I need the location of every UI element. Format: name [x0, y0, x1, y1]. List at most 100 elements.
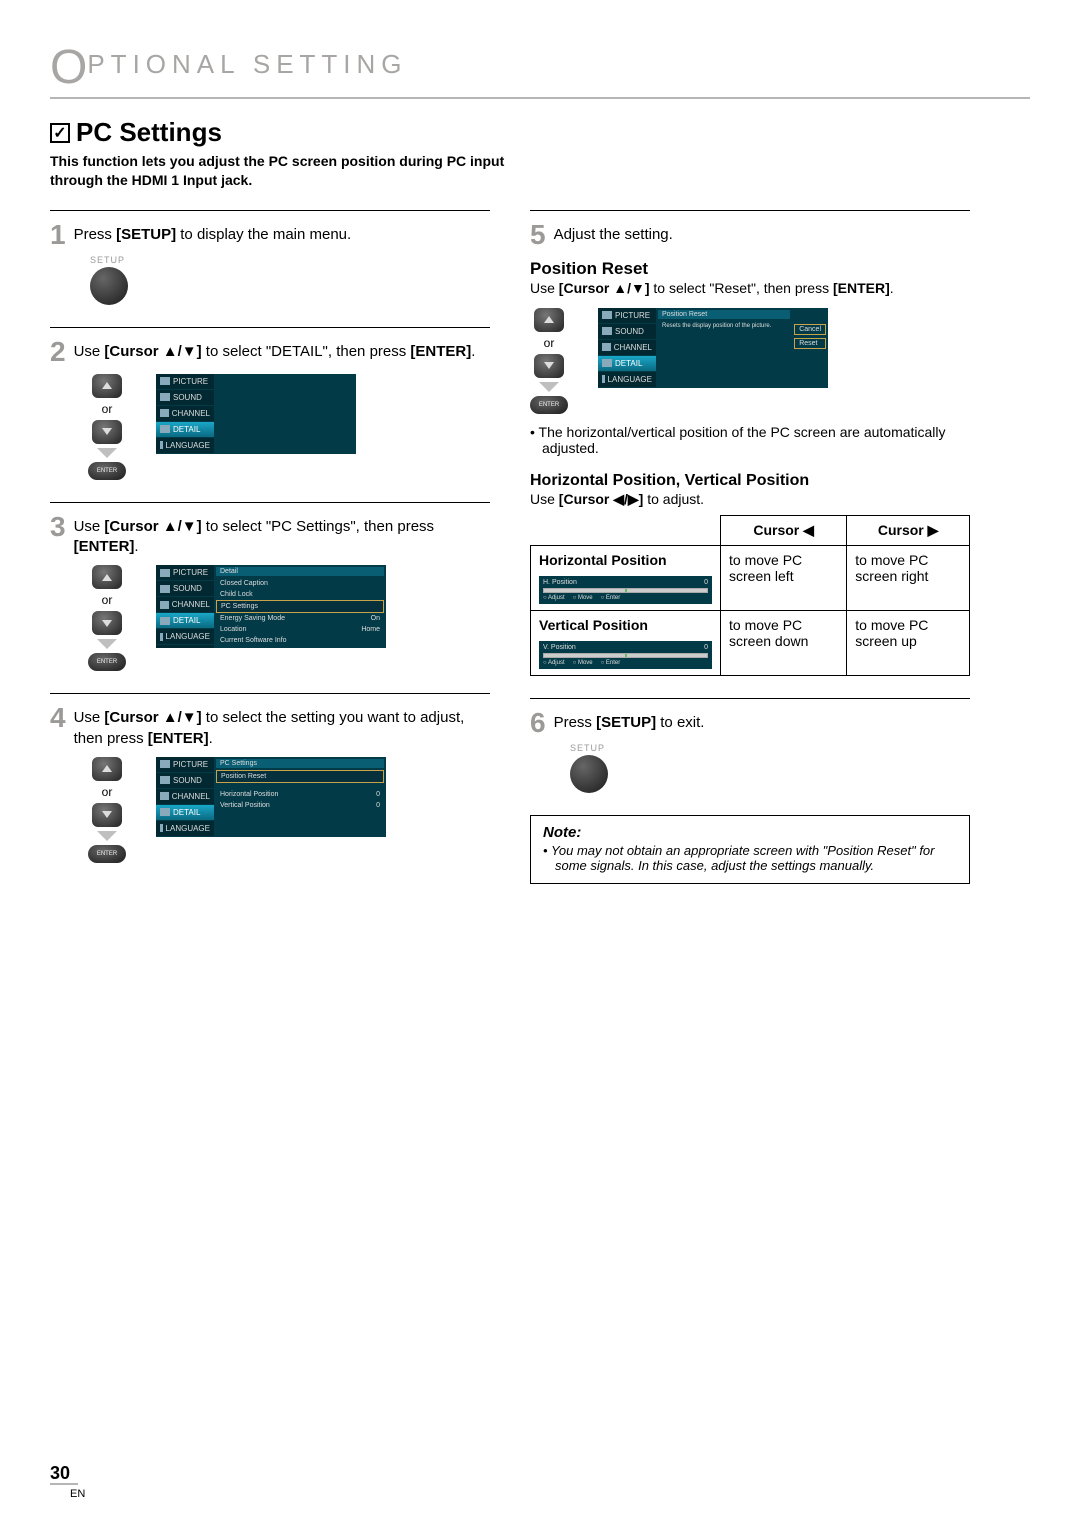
note-box: Note: You may not obtain an appropriate …	[530, 815, 970, 884]
page-number: 30	[50, 1463, 78, 1485]
cursor-up-icon	[534, 308, 564, 332]
or-label: or	[102, 402, 113, 416]
cell-h-right: to move PC screen right	[847, 545, 970, 610]
enter-button-icon: ENTER	[88, 462, 126, 480]
detail-icon	[160, 808, 170, 816]
osd-menu: PICTURE SOUND CHANNEL DETAIL LANGUAGE De…	[156, 565, 386, 648]
section-title: ✓ PC Settings	[50, 117, 1030, 148]
step-1: 1 Press [SETUP] to display the main menu…	[50, 210, 490, 305]
hv-text: Use [Cursor ◀/▶] to adjust.	[530, 490, 970, 509]
dpad-pointer-icon	[97, 448, 117, 458]
header-rule	[50, 97, 1030, 99]
dpad-graphic: or ENTER	[88, 374, 126, 480]
step-text: Press [SETUP] to display the main menu.	[74, 221, 352, 245]
osd-menu: PICTURE SOUND CHANNEL DETAIL LANGUAGE	[156, 374, 356, 454]
picture-icon	[602, 311, 612, 319]
position-reset-note: The horizontal/vertical position of the …	[530, 424, 970, 456]
language-icon	[160, 633, 163, 641]
sound-icon	[160, 776, 170, 784]
language-icon	[160, 441, 163, 449]
step-number: 3	[50, 513, 66, 541]
mini-osd-vertical: V. Position0 AdjustMoveEnter	[539, 641, 712, 669]
mini-osd-horizontal: H. Position0 AdjustMoveEnter	[539, 576, 712, 604]
step-text: Press [SETUP] to exit.	[554, 709, 705, 733]
picture-icon	[160, 760, 170, 768]
hv-heading: Horizontal Position, Vertical Position	[530, 472, 970, 490]
step-3: 3 Use [Cursor ▲/▼] to select "PC Setting…	[50, 502, 490, 672]
channel-icon	[160, 409, 169, 417]
sound-icon	[160, 585, 170, 593]
slider-bar-icon	[543, 588, 708, 593]
cell-v-left: to move PC screen down	[721, 610, 847, 675]
step-number: 2	[50, 338, 66, 366]
sound-icon	[160, 393, 170, 401]
step-6: 6 Press [SETUP] to exit. SETUP	[530, 698, 970, 793]
section-title-text: PC Settings	[76, 117, 222, 148]
osd-menu: PICTURE SOUND CHANNEL DETAIL LANGUAGE PC…	[156, 757, 386, 837]
cell-v-right: to move PC screen up	[847, 610, 970, 675]
setup-button-icon	[570, 755, 608, 793]
osd-message: Resets the display position of the pictu…	[658, 321, 790, 331]
language-icon	[602, 375, 605, 383]
step-text: Adjust the setting.	[554, 221, 673, 245]
note-title: Note:	[543, 824, 957, 841]
header-rest: PTIONAL SETTING	[87, 49, 407, 79]
language-icon	[160, 824, 163, 832]
cell-h-left: to move PC screen left	[721, 545, 847, 610]
channel-icon	[160, 601, 169, 609]
dpad-graphic: or ENTER	[530, 308, 568, 414]
position-reset-heading: Position Reset	[530, 259, 970, 279]
step-text: Use [Cursor ▲/▼] to select the setting y…	[74, 704, 490, 749]
or-label: or	[544, 336, 555, 350]
step-number: 4	[50, 704, 66, 732]
cursor-down-icon	[92, 803, 122, 827]
cursor-up-icon	[92, 565, 122, 589]
dpad-pointer-icon	[97, 639, 117, 649]
cursor-up-icon	[92, 374, 122, 398]
page-footer: 30 EN	[50, 1463, 85, 1502]
picture-icon	[160, 569, 170, 577]
detail-icon	[160, 617, 170, 625]
checkbox-icon: ✓	[50, 123, 70, 143]
position-reset-text: Use [Cursor ▲/▼] to select "Reset", then…	[530, 279, 970, 298]
col-cursor-left: Cursor ◀	[721, 515, 847, 545]
step-text: Use [Cursor ▲/▼] to select "DETAIL", the…	[74, 338, 476, 362]
left-column: 1 Press [SETUP] to display the main menu…	[50, 210, 490, 885]
channel-icon	[602, 343, 611, 351]
section-intro: This function lets you adjust the PC scr…	[50, 152, 530, 190]
setup-label: SETUP	[90, 255, 490, 265]
cursor-down-icon	[92, 611, 122, 635]
note-item: You may not obtain an appropriate screen…	[543, 843, 957, 873]
cursor-up-icon	[92, 757, 122, 781]
enter-button-icon: ENTER	[530, 396, 568, 414]
setup-label: SETUP	[570, 743, 970, 753]
page-header: OPTIONAL SETTING	[50, 40, 1030, 95]
step-number: 5	[530, 221, 546, 249]
dpad-graphic: or ENTER	[88, 565, 126, 671]
or-label: or	[102, 785, 113, 799]
dpad-pointer-icon	[539, 382, 559, 392]
header-initial: O	[50, 41, 87, 94]
osd-panel-title: Detail	[216, 567, 384, 576]
dpad-pointer-icon	[97, 831, 117, 841]
setup-button-icon	[90, 267, 128, 305]
detail-icon	[160, 425, 170, 433]
step-text: Use [Cursor ▲/▼] to select "PC Settings"…	[74, 513, 490, 558]
step-5: 5 Adjust the setting. Position Reset Use…	[530, 210, 970, 676]
cursor-down-icon	[534, 354, 564, 378]
step-4: 4 Use [Cursor ▲/▼] to select the setting…	[50, 693, 490, 863]
step-number: 6	[530, 709, 546, 737]
channel-icon	[160, 792, 169, 800]
detail-icon	[602, 359, 612, 367]
slider-bar-icon	[543, 653, 708, 658]
sound-icon	[602, 327, 612, 335]
osd-panel-title: PC Settings	[216, 759, 384, 768]
picture-icon	[160, 377, 170, 385]
enter-button-icon: ENTER	[88, 845, 126, 863]
cursor-down-icon	[92, 420, 122, 444]
step-number: 1	[50, 221, 66, 249]
page-lang: EN	[70, 1488, 85, 1500]
step-2: 2 Use [Cursor ▲/▼] to select "DETAIL", t…	[50, 327, 490, 480]
or-label: or	[102, 593, 113, 607]
osd-panel-title: Position Reset	[658, 310, 790, 319]
